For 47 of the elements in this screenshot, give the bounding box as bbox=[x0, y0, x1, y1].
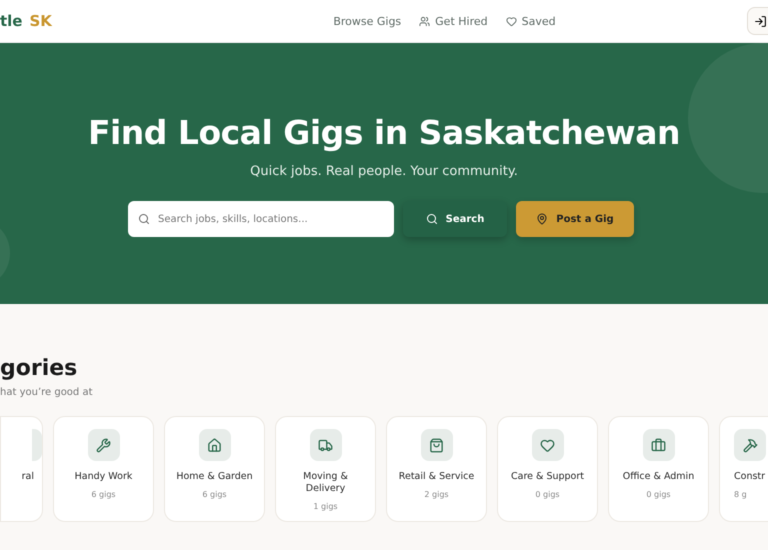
hero-subtitle: Quick jobs. Real people. Your community. bbox=[250, 164, 518, 179]
truck-icon bbox=[318, 438, 333, 452]
map-pin-icon bbox=[536, 213, 548, 225]
category-name: Moving & Delivery bbox=[302, 471, 349, 495]
heart-icon bbox=[540, 438, 555, 452]
gig-count: 2 gigs bbox=[424, 490, 449, 499]
category-card[interactable]: Moving & Delivery 1 gigs bbox=[275, 416, 376, 522]
shopping-bag-icon bbox=[429, 438, 444, 452]
gig-count: 0 gigs bbox=[646, 490, 671, 499]
category-name: Care & Support bbox=[511, 471, 584, 483]
post-gig-button[interactable]: Post a Gig bbox=[516, 201, 634, 237]
nav-link[interactable]: Get Hired bbox=[419, 14, 488, 28]
category-card[interactable]: Home & Garden 6 gigs bbox=[164, 416, 265, 522]
category-name: Handy Work bbox=[74, 471, 132, 483]
category-card[interactable]: ral bbox=[0, 416, 43, 522]
category-name: Constr bbox=[734, 471, 766, 483]
login-icon bbox=[754, 14, 767, 28]
category-card[interactable]: Constr 8 g bbox=[719, 416, 768, 522]
search-icon bbox=[138, 213, 150, 225]
nav-link[interactable]: Browse Gigs bbox=[333, 14, 402, 28]
search-icon bbox=[426, 213, 438, 225]
hammer-icon bbox=[742, 438, 758, 452]
category-name: Home & Garden bbox=[176, 471, 253, 483]
gig-count: 6 gigs bbox=[91, 490, 116, 499]
gig-count: 8 g bbox=[734, 490, 747, 499]
category-name: ral bbox=[22, 471, 34, 483]
nav-link[interactable]: Saved bbox=[506, 14, 556, 28]
gig-count: 1 gigs bbox=[313, 502, 338, 511]
logo-text[interactable]: tle bbox=[0, 12, 22, 30]
gig-count: 0 gigs bbox=[535, 490, 560, 499]
category-card[interactable]: Office & Admin 0 gigs bbox=[608, 416, 709, 522]
category-name: Office & Admin bbox=[622, 471, 694, 483]
gig-count: 6 gigs bbox=[202, 490, 227, 499]
search-button[interactable]: Search bbox=[403, 201, 507, 237]
category-card[interactable]: Handy Work 6 gigs bbox=[53, 416, 154, 522]
category-name: Retail & Service bbox=[398, 471, 474, 483]
section-subtitle: hat you’re good at bbox=[0, 387, 94, 398]
briefcase-icon bbox=[651, 438, 666, 452]
heart-icon bbox=[506, 16, 517, 26]
section-title: gories bbox=[0, 356, 78, 381]
users-icon bbox=[419, 16, 430, 26]
wrench-icon bbox=[96, 438, 111, 452]
house-icon bbox=[207, 438, 222, 452]
hero-title: Find Local Gigs in Saskatchewan bbox=[88, 113, 680, 152]
category-card[interactable]: Care & Support 0 gigs bbox=[497, 416, 598, 522]
category-card[interactable]: Retail & Service 2 gigs bbox=[386, 416, 487, 522]
search-field[interactable]: Search jobs, skills, locations... bbox=[128, 201, 394, 237]
